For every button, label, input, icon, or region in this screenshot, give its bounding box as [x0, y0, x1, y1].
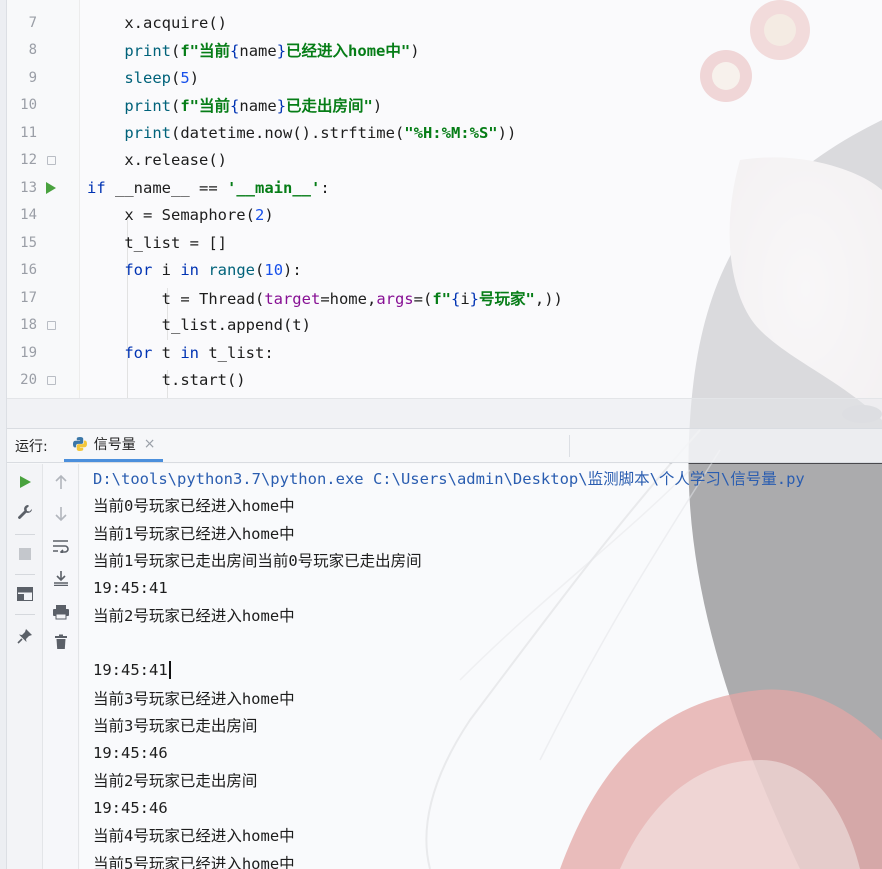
code-text: for i in range(10): [124, 261, 302, 280]
scroll-to-end-icon[interactable] [51, 568, 71, 588]
code-line[interactable]: 12 x.release() [7, 147, 882, 175]
console-output-line: 19:45:41 [93, 657, 171, 685]
code-text: x.release() [87, 151, 227, 170]
line-number: 16 [20, 262, 37, 279]
pin-icon[interactable] [15, 626, 35, 646]
code-text: t_list.append(t) [87, 316, 311, 335]
console-command-line[interactable]: D:\tools\python3.7\python.exe C:\Users\a… [93, 464, 805, 492]
tab-run-config[interactable]: 信号量 × [63, 429, 164, 462]
code-line[interactable]: 13 if __name__ == '__main__': [7, 174, 882, 202]
code-line[interactable]: 18 t_list.append(t) [7, 312, 882, 340]
python-icon [72, 436, 88, 452]
code-text: t_list = [] [87, 233, 227, 252]
code-text: t.start() [87, 371, 246, 390]
trash-icon[interactable] [51, 632, 71, 652]
code-text: for t in t_list: [124, 343, 274, 362]
console-output-line: 当前4号玩家已经进入home中 [93, 827, 295, 846]
line-number: 17 [20, 289, 37, 306]
code-text: print(f"当前{name}已走出房间") [124, 97, 383, 116]
code-text: sleep(5) [124, 68, 200, 87]
line-number: 19 [20, 344, 37, 361]
line-number: 14 [20, 207, 37, 224]
layout-icon[interactable] [15, 584, 35, 604]
code-line[interactable]: 7 x.acquire() [7, 9, 882, 37]
wrench-icon[interactable] [15, 502, 35, 522]
line-number: 12 [20, 152, 37, 169]
run-toolbar-primary [7, 464, 43, 869]
up-arrow-icon[interactable] [51, 472, 71, 492]
print-icon[interactable] [51, 602, 71, 622]
down-arrow-icon[interactable] [51, 504, 71, 524]
console-output-line: 当前0号玩家已经进入home中 [93, 497, 295, 516]
line-number: 10 [20, 97, 37, 114]
console-output-line: 19:45:46 [93, 743, 168, 762]
console-output-line: 19:45:41 [93, 578, 168, 597]
code-line[interactable]: 19 for t in t_list: [7, 339, 882, 367]
divider [15, 534, 35, 535]
line-number: 8 [28, 42, 37, 59]
code-text: print(f"当前{name}已经进入home中") [124, 42, 420, 61]
code-line[interactable]: 14 x = Semaphore(2) [7, 202, 882, 230]
close-icon[interactable]: × [144, 436, 156, 452]
divider [15, 574, 35, 575]
line-number: 11 [20, 124, 37, 141]
console-output-line: 当前3号玩家已经进入home中 [93, 689, 295, 708]
line-number: 15 [20, 234, 37, 251]
line-number: 13 [20, 179, 37, 196]
console-output-line: 当前1号玩家已经进入home中 [93, 524, 295, 543]
fold-marker-icon[interactable] [45, 153, 57, 167]
console-output-line: 当前3号玩家已走出房间 [93, 717, 258, 736]
line-number: 9 [28, 69, 37, 86]
soft-wrap-icon[interactable] [51, 536, 71, 556]
code-line[interactable]: 8 print(f"当前{name}已经进入home中") [7, 37, 882, 65]
console-output-line: 当前5号玩家已经进入home中 [93, 854, 295, 869]
console-output-line: 当前2号玩家已经进入home中 [93, 607, 295, 626]
fold-marker-icon[interactable] [45, 373, 57, 387]
run-tab-title: 信号量 [93, 437, 136, 453]
code-text: if __name__ == '__main__': [87, 178, 330, 197]
code-line[interactable]: 16 for i in range(10): [7, 257, 882, 285]
line-number: 20 [20, 372, 37, 389]
console-output-line: 当前2号玩家已走出房间 [93, 772, 258, 791]
code-editor[interactable]: 7 x.acquire() 8 print(f"当前{name}已经进入home中… [7, 0, 882, 398]
code-text: x.acquire() [87, 13, 227, 32]
code-line[interactable]: 9 sleep(5) [7, 64, 882, 92]
left-edge-strip [0, 0, 7, 869]
line-number: 18 [20, 317, 37, 334]
divider [569, 435, 570, 457]
code-text: print(datetime.now().strftime("%H:%M:%S"… [124, 123, 517, 142]
code-line[interactable]: 20 t.start() [7, 367, 882, 395]
code-line[interactable]: 11 print(datetime.now().strftime("%H:%M:… [7, 119, 882, 147]
editor-status-area [7, 398, 882, 428]
console-output-line: 19:45:46 [93, 798, 168, 817]
fold-marker-icon[interactable] [45, 318, 57, 332]
run-panel-header: 运行: 信号量 × [7, 428, 882, 463]
code-text: x = Semaphore(2) [87, 206, 274, 225]
code-line[interactable]: 15 t_list = [] [7, 229, 882, 257]
run-console-output[interactable]: D:\tools\python3.7\python.exe C:\Users\a… [80, 464, 882, 869]
console-output-line: 当前1号玩家已走出房间当前0号玩家已走出房间 [93, 552, 422, 571]
run-gutter-icon[interactable] [45, 181, 57, 195]
code-line[interactable]: 17 t = Thread(target=home,args=(f"{i}号玩家… [7, 284, 882, 312]
divider [15, 614, 35, 615]
code-line[interactable]: 10 print(f"当前{name}已走出房间") [7, 92, 882, 120]
run-label: 运行: [15, 438, 48, 455]
line-number: 7 [28, 14, 37, 31]
code-text: t = Thread(target=home,args=(f"{i}号玩家",)… [87, 289, 563, 308]
stop-icon[interactable] [15, 544, 35, 564]
run-toolbar-secondary [43, 464, 79, 869]
run-icon[interactable] [15, 472, 35, 492]
text-caret [168, 661, 171, 680]
